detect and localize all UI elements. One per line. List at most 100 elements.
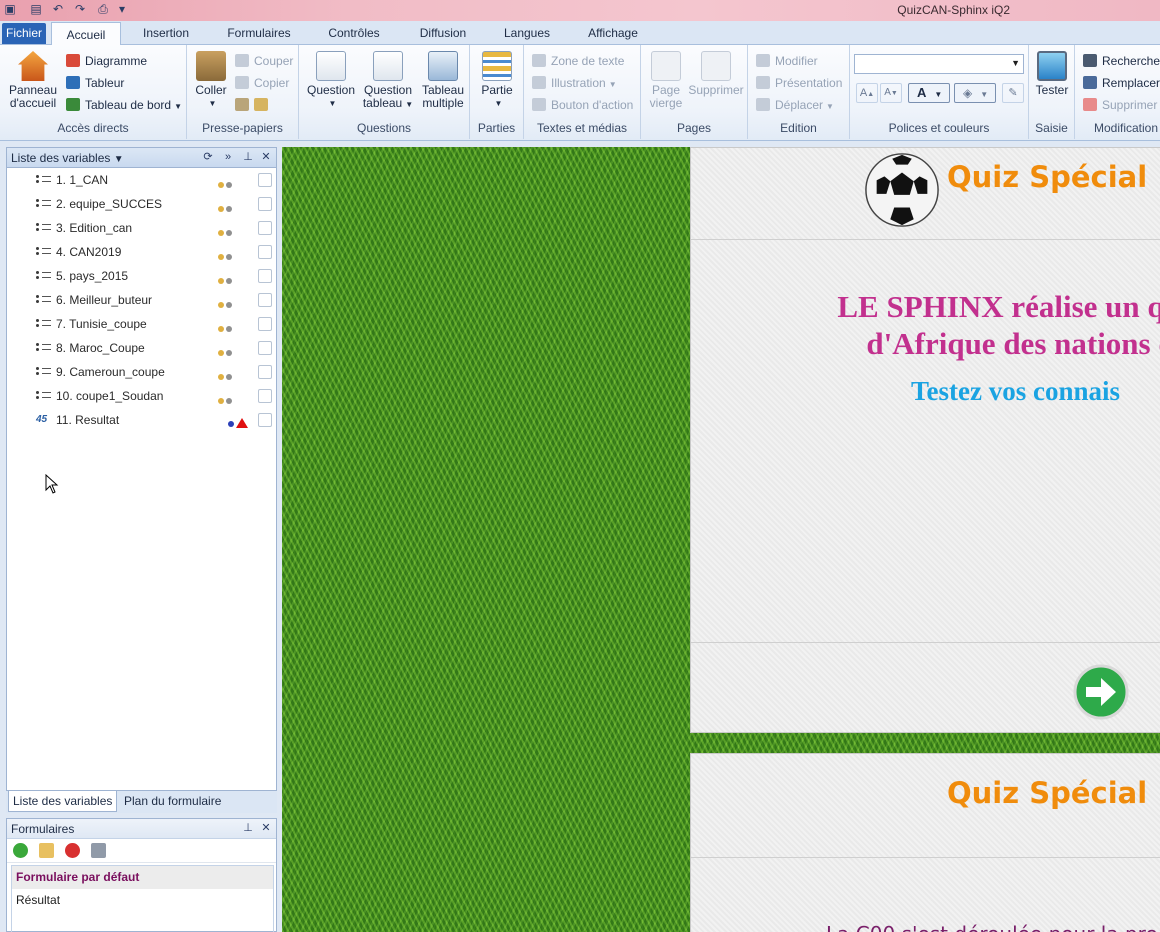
app-icon[interactable]: ▣ (2, 2, 18, 17)
pin-icon[interactable]: ⊥ (241, 821, 255, 835)
variable-checkbox[interactable] (258, 413, 272, 427)
question-tableau-button[interactable]: Question tableau ▼ (361, 51, 415, 111)
variable-checkbox[interactable] (258, 173, 272, 187)
tab-formulaires[interactable]: Formulaires (218, 21, 300, 45)
supprimer-button[interactable]: Supprimer (1083, 95, 1157, 115)
close-icon[interactable]: ✕ (259, 821, 273, 835)
rechercher-button[interactable]: Rechercher (1083, 51, 1160, 71)
variable-checkbox[interactable] (258, 317, 272, 331)
diagramme-button[interactable]: Diagramme (66, 51, 147, 71)
copier-button[interactable]: Copier (235, 73, 289, 93)
tab-diffusion[interactable]: Diffusion (408, 21, 478, 45)
list-type-icon (36, 246, 52, 258)
variable-label: 6. Meilleur_buteur (56, 293, 153, 307)
print-icon[interactable]: ⎙ (95, 2, 111, 17)
quiz-page-1[interactable]: Quiz Spécial LE SPHINX réalise un q d'Af… (690, 147, 1160, 733)
tab-fichier[interactable]: Fichier (2, 23, 46, 44)
variable-row[interactable]: 8. Maroc_Coupe (7, 336, 276, 360)
coller-button[interactable]: Coller ▼ (193, 51, 229, 110)
redo-icon[interactable]: ↷ (72, 2, 88, 17)
monitor-icon (1037, 51, 1067, 81)
copy-icon (235, 76, 249, 89)
tab-plan-formulaire[interactable]: Plan du formulaire (120, 791, 225, 812)
variable-checkbox[interactable] (258, 365, 272, 379)
remplacer-button[interactable]: Remplacer (1083, 73, 1160, 93)
variable-row[interactable]: 9. Cameroun_coupe (7, 360, 276, 384)
tab-liste-variables[interactable]: Liste des variables (8, 791, 118, 812)
variable-row[interactable]: 2. equipe_SUCCES (7, 192, 276, 216)
couper-label: Couper (254, 54, 294, 68)
question-button[interactable]: Question ▼ (305, 51, 357, 110)
headline-line-1: LE SPHINX réalise un q (837, 289, 1160, 324)
deplacer-button[interactable]: Déplacer ▼ (756, 95, 834, 115)
page-vierge-button[interactable]: Page vierge (645, 51, 687, 110)
tab-langues[interactable]: Langues (496, 21, 558, 45)
group-modification: Rechercher Remplacer Supprimer Modificat… (1075, 45, 1160, 139)
status-dots (218, 393, 238, 404)
fill-color-button[interactable]: ◈ ▼ (954, 83, 996, 103)
add-form-icon[interactable] (13, 843, 28, 858)
font-select[interactable]: ▼ (854, 54, 1024, 74)
double-chevron-icon[interactable]: » (221, 150, 235, 164)
variable-row[interactable]: 7. Tunisie_coupe (7, 312, 276, 336)
tableur-button[interactable]: Tableur (66, 73, 124, 93)
variables-panel-title[interactable]: Liste des variables ▼ (11, 151, 124, 165)
illustration-button[interactable]: Illustration ▼ (532, 73, 617, 93)
form-canvas[interactable]: Quiz Spécial LE SPHINX réalise un q d'Af… (282, 147, 1160, 932)
variable-row[interactable]: 5. pays_2015 (7, 264, 276, 288)
variables-panel: Liste des variables ▼ ⟳ » ⊥ ✕ 1. 1_CAN 2… (6, 147, 277, 791)
edit-form-icon[interactable] (39, 843, 54, 858)
paste-special-button[interactable] (235, 95, 273, 115)
refresh-icon[interactable]: ⟳ (201, 150, 215, 164)
variable-checkbox[interactable] (258, 269, 272, 283)
form-item-default[interactable]: Formulaire par défaut (12, 866, 273, 889)
form-item-resultat[interactable]: Résultat (12, 889, 273, 912)
panneau-accueil-button[interactable]: Panneau d'accueil (6, 51, 60, 110)
font-shrink-button[interactable]: A▼ (880, 83, 902, 103)
title-bar: ▣ ▤ ↶ ↷ ⎙ ▾ QuizCAN-Sphinx iQ2 (0, 0, 1160, 21)
format-icon[interactable]: ✎ (1002, 83, 1024, 103)
variable-row[interactable]: 3. Edition_can (7, 216, 276, 240)
chevron-down-icon[interactable]: ▾ (114, 2, 130, 17)
font-color-button[interactable]: A ▼ (908, 83, 950, 103)
variable-row[interactable]: 10. coupe1_Soudan (7, 384, 276, 408)
variable-row[interactable]: 4. CAN2019 (7, 240, 276, 264)
supprimer-label: Supprimer (1102, 98, 1158, 112)
font-grow-button[interactable]: A▲ (856, 83, 878, 103)
couper-button[interactable]: Couper (235, 51, 293, 71)
variable-label: 3. Edition_can (56, 221, 133, 235)
tester-button[interactable]: Tester (1033, 51, 1071, 97)
undo-icon[interactable]: ↶ (50, 2, 66, 17)
supprimer-page-button[interactable]: Supprimer (687, 51, 745, 97)
save-icon[interactable]: ▤ (28, 2, 44, 17)
variable-row[interactable]: 45 11. Resultat (7, 408, 276, 432)
tab-accueil[interactable]: Accueil (51, 22, 121, 46)
next-arrow-button[interactable] (1073, 664, 1129, 720)
modifier-button[interactable]: Modifier (756, 51, 818, 71)
tab-affichage[interactable]: Affichage (576, 21, 650, 45)
variable-checkbox[interactable] (258, 341, 272, 355)
group-label-saisie: Saisie (1035, 121, 1068, 135)
partie-button[interactable]: Partie ▼ (478, 51, 516, 110)
tab-insertion[interactable]: Insertion (131, 21, 201, 45)
presentation-button[interactable]: Présentation (756, 73, 842, 93)
variable-checkbox[interactable] (258, 221, 272, 235)
tableau-multiple-button[interactable]: Tableau multiple (419, 51, 467, 110)
variable-checkbox[interactable] (258, 389, 272, 403)
mouse-cursor-icon (45, 474, 59, 494)
variable-row[interactable]: 1. 1_CAN (7, 168, 276, 192)
zone-de-texte-button[interactable]: Zone de texte (532, 51, 624, 71)
variable-row[interactable]: 6. Meilleur_buteur (7, 288, 276, 312)
variable-checkbox[interactable] (258, 197, 272, 211)
tableau-de-bord-button[interactable]: Tableau de bord ▼ (66, 95, 182, 115)
duplicate-form-icon[interactable] (91, 843, 106, 858)
quiz-page-2[interactable]: Quiz Spécial La C00 s'est déroulée pour … (690, 753, 1160, 932)
warning-triangle-icon (236, 418, 248, 428)
delete-form-icon[interactable] (65, 843, 80, 858)
pin-icon[interactable]: ⊥ (241, 150, 255, 164)
variable-checkbox[interactable] (258, 293, 272, 307)
close-icon[interactable]: ✕ (259, 150, 273, 164)
variable-checkbox[interactable] (258, 245, 272, 259)
bouton-action-button[interactable]: Bouton d'action (532, 95, 633, 115)
tab-controles[interactable]: Contrôles (318, 21, 390, 45)
